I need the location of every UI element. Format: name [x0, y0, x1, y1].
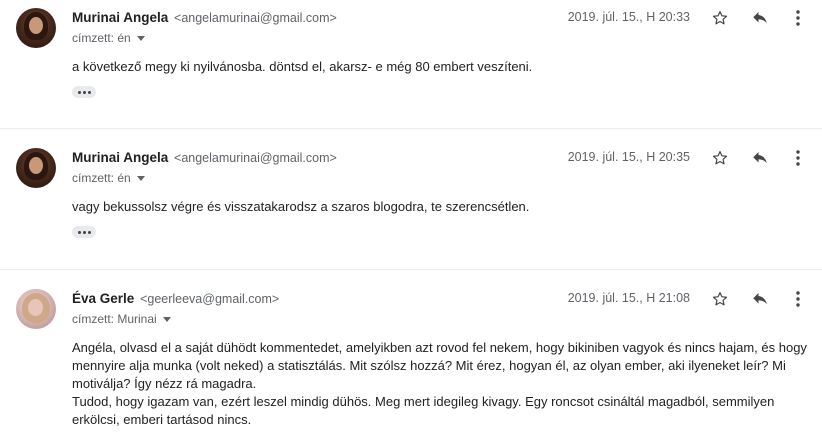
- recipient-label: címzett: én: [72, 171, 131, 185]
- sender-name[interactable]: Murinai Angela: [72, 150, 168, 165]
- reply-button[interactable]: [748, 148, 772, 168]
- sender-email: <angelamurinai@gmail.com>: [174, 11, 337, 25]
- recipient-line[interactable]: címzett: én: [72, 171, 145, 185]
- star-button[interactable]: [708, 8, 732, 28]
- more-vert-icon: [796, 150, 800, 166]
- sender-name[interactable]: Murinai Angela: [72, 10, 168, 25]
- star-icon: [712, 151, 728, 165]
- sender-avatar[interactable]: [16, 289, 56, 329]
- more-vert-icon: [796, 291, 800, 307]
- message-body: vagy bekussolsz végre és visszatakarodsz…: [72, 198, 812, 216]
- message-paragraph: Angéla, olvasd el a saját dühödt komment…: [72, 340, 807, 391]
- recipient-line[interactable]: címzett: Murinai: [72, 312, 171, 326]
- sender-name[interactable]: Éva Gerle: [72, 291, 134, 306]
- more-options-button[interactable]: [786, 289, 810, 309]
- message-date: 2019. júl. 15., H 20:33: [567, 10, 690, 24]
- sender-email: <angelamurinai@gmail.com>: [174, 151, 337, 165]
- recipient-label: címzett: Murinai: [72, 312, 157, 326]
- star-button[interactable]: [708, 148, 732, 168]
- more-options-button[interactable]: [786, 8, 810, 28]
- email-message: Murinai Angela <angelamurinai@gmail.com>…: [0, 140, 822, 268]
- star-icon: [712, 11, 728, 25]
- chevron-down-icon[interactable]: [162, 317, 171, 323]
- chevron-down-icon[interactable]: [136, 176, 145, 182]
- email-message: Éva Gerle <geerleeva@gmail.com> címzett:…: [0, 281, 822, 434]
- message-date: 2019. júl. 15., H 20:35: [567, 150, 690, 164]
- sender-avatar[interactable]: [16, 148, 56, 188]
- reply-button[interactable]: [748, 8, 772, 28]
- more-options-button[interactable]: [786, 148, 810, 168]
- sender-line: Murinai Angela <angelamurinai@gmail.com>: [72, 150, 337, 165]
- sender-line: Murinai Angela <angelamurinai@gmail.com>: [72, 10, 337, 25]
- star-icon: [712, 292, 728, 306]
- message-divider: [0, 128, 822, 129]
- more-vert-icon: [796, 10, 800, 26]
- message-body: a következő megy ki nyilvánosba. döntsd …: [72, 58, 812, 76]
- message-paragraph: a következő megy ki nyilvánosba. döntsd …: [72, 59, 533, 74]
- recipient-label: címzett: én: [72, 31, 131, 45]
- show-trimmed-content-button[interactable]: [72, 86, 96, 98]
- email-message: Murinai Angela <angelamurinai@gmail.com>…: [0, 0, 822, 128]
- star-button[interactable]: [708, 289, 732, 309]
- show-trimmed-content-button[interactable]: [72, 226, 96, 238]
- reply-button[interactable]: [748, 289, 772, 309]
- sender-email: <geerleeva@gmail.com>: [140, 292, 280, 306]
- reply-icon: [753, 152, 767, 164]
- chevron-down-icon[interactable]: [136, 36, 145, 42]
- recipient-line[interactable]: címzett: én: [72, 31, 145, 45]
- sender-line: Éva Gerle <geerleeva@gmail.com>: [72, 291, 279, 306]
- message-paragraph: Tudod, hogy igazam van, ezért leszel min…: [72, 394, 775, 427]
- message-paragraph: vagy bekussolsz végre és visszatakarodsz…: [72, 199, 530, 214]
- message-body: Angéla, olvasd el a saját dühödt komment…: [72, 339, 812, 429]
- reply-icon: [753, 12, 767, 24]
- sender-avatar[interactable]: [16, 8, 56, 48]
- message-date: 2019. júl. 15., H 21:08: [567, 291, 690, 305]
- message-divider: [0, 269, 822, 270]
- reply-icon: [753, 293, 767, 305]
